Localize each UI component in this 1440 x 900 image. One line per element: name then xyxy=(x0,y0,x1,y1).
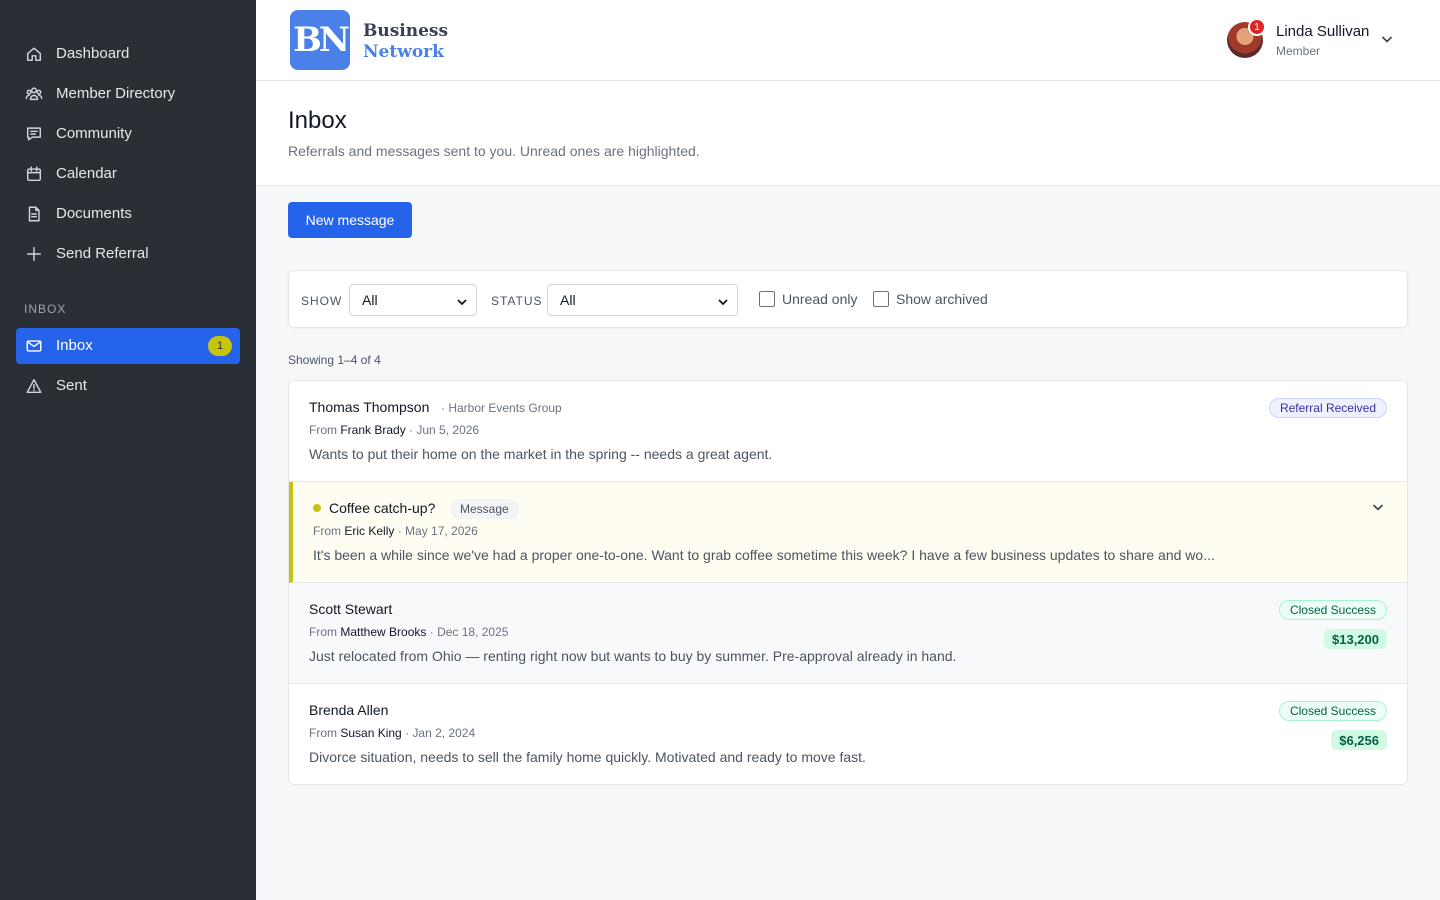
chevron-down-icon xyxy=(456,295,468,307)
unread-only-label[interactable]: Unread only xyxy=(782,291,858,307)
sidebar: Dashboard Member Directory Community Cal… xyxy=(0,0,256,900)
mail-icon xyxy=(24,336,44,356)
sidebar-item-label: Documents xyxy=(56,205,132,222)
message-contact-name: Thomas Thompson xyxy=(309,399,430,415)
top-header: BN Business Network 1 Linda Sullivan Mem… xyxy=(256,0,1440,81)
status-badge: Referral Received xyxy=(1268,398,1387,418)
status-filter-label: STATUS xyxy=(491,294,543,308)
plus-icon xyxy=(24,244,44,264)
page-header: Inbox Referrals and messages sent to you… xyxy=(256,81,1440,186)
notification-badge: 1 xyxy=(1248,18,1266,36)
sidebar-item-label: Member Directory xyxy=(56,85,176,102)
chat-icon xyxy=(24,124,44,144)
message-list: Thomas Thompson · Harbor Events Group Fr… xyxy=(288,380,1408,785)
home-icon xyxy=(24,44,44,64)
message-preview: It's been a while since we've had a prop… xyxy=(313,547,1215,563)
page-title: Inbox xyxy=(288,107,347,134)
message-row[interactable]: Brenda Allen From Susan King · Jan 2, 20… xyxy=(289,684,1407,784)
sidebar-item-label: Calendar xyxy=(56,165,117,182)
status-filter-value: All xyxy=(560,292,576,308)
logo-text-business: Business xyxy=(363,21,449,41)
deal-amount: $13,200 xyxy=(1324,629,1387,649)
message-preview: Divorce situation, needs to sell the fam… xyxy=(309,749,866,765)
message-subject: Coffee catch-up? xyxy=(329,500,436,516)
chevron-down-icon[interactable] xyxy=(1380,32,1394,46)
filter-bar: SHOW All STATUS All Unread only Show arc… xyxy=(288,270,1408,328)
message-from: From Matthew Brooks · Dec 18, 2025 xyxy=(309,625,509,639)
message-preview: Wants to put their home on the market in… xyxy=(309,446,773,462)
sidebar-item-calendar[interactable]: Calendar xyxy=(16,156,240,192)
message-contact-name: Brenda Allen xyxy=(309,702,389,718)
unread-dot-icon xyxy=(313,504,321,512)
sent-icon xyxy=(24,376,44,396)
deal-amount: $6,256 xyxy=(1331,730,1387,750)
status-filter-select[interactable]: All xyxy=(547,284,738,316)
user-role: Member xyxy=(1276,44,1321,58)
logo-text-network: Network xyxy=(363,42,444,62)
message-from: From Susan King · Jan 2, 2024 xyxy=(309,726,476,740)
sidebar-item-community[interactable]: Community xyxy=(16,116,240,152)
unread-only-checkbox[interactable] xyxy=(759,291,775,307)
sidebar-item-label: Send Referral xyxy=(56,245,149,262)
unread-count-badge: 1 xyxy=(208,336,232,356)
message-contact-name: Scott Stewart xyxy=(309,601,393,617)
sidebar-item-label: Sent xyxy=(56,377,87,394)
message-row[interactable]: Scott Stewart From Matthew Brooks · Dec … xyxy=(289,583,1407,684)
show-archived-checkbox[interactable] xyxy=(873,291,889,307)
show-filter-select[interactable]: All xyxy=(349,284,477,316)
show-filter-label: SHOW xyxy=(301,294,343,308)
results-count: Showing 1–4 of 4 xyxy=(288,353,381,367)
show-archived-label[interactable]: Show archived xyxy=(896,291,988,307)
new-message-button[interactable]: New message xyxy=(288,202,412,238)
sidebar-item-documents[interactable]: Documents xyxy=(16,196,240,232)
message-type-badge: Message xyxy=(450,499,519,519)
page-subtitle: Referrals and messages sent to you. Unre… xyxy=(288,143,700,159)
sidebar-item-label: Dashboard xyxy=(56,45,130,62)
message-row[interactable]: Thomas Thompson · Harbor Events Group Fr… xyxy=(289,381,1407,482)
users-icon xyxy=(24,84,44,104)
chevron-down-icon[interactable] xyxy=(1371,500,1385,514)
sidebar-item-label: Community xyxy=(56,125,132,142)
show-filter-value: All xyxy=(362,292,378,308)
status-badge: Closed Success xyxy=(1278,600,1387,620)
sidebar-item-send-referral[interactable]: Send Referral xyxy=(16,236,240,272)
document-icon xyxy=(24,204,44,224)
chevron-down-icon xyxy=(717,295,729,307)
sidebar-section-label: INBOX xyxy=(24,302,67,316)
message-from: From Frank Brady · Jun 5, 2026 xyxy=(309,423,480,437)
message-from: From Eric Kelly · May 17, 2026 xyxy=(313,524,478,538)
status-badge: Closed Success xyxy=(1278,701,1387,721)
sidebar-item-member-directory[interactable]: Member Directory xyxy=(16,76,240,112)
sidebar-item-inbox[interactable]: Inbox 1 xyxy=(16,328,240,364)
sidebar-item-dashboard[interactable]: Dashboard xyxy=(16,36,240,72)
message-row[interactable]: Coffee catch-up? Message From Eric Kelly… xyxy=(289,482,1407,583)
sidebar-item-sent[interactable]: Sent xyxy=(16,368,240,404)
calendar-icon xyxy=(24,164,44,184)
logo-mark[interactable]: BN xyxy=(290,10,350,70)
message-organization: · Harbor Events Group xyxy=(441,401,562,415)
sidebar-item-label: Inbox xyxy=(56,337,93,354)
user-name[interactable]: Linda Sullivan xyxy=(1276,23,1369,40)
message-preview: Just relocated from Ohio — renting right… xyxy=(309,648,957,664)
